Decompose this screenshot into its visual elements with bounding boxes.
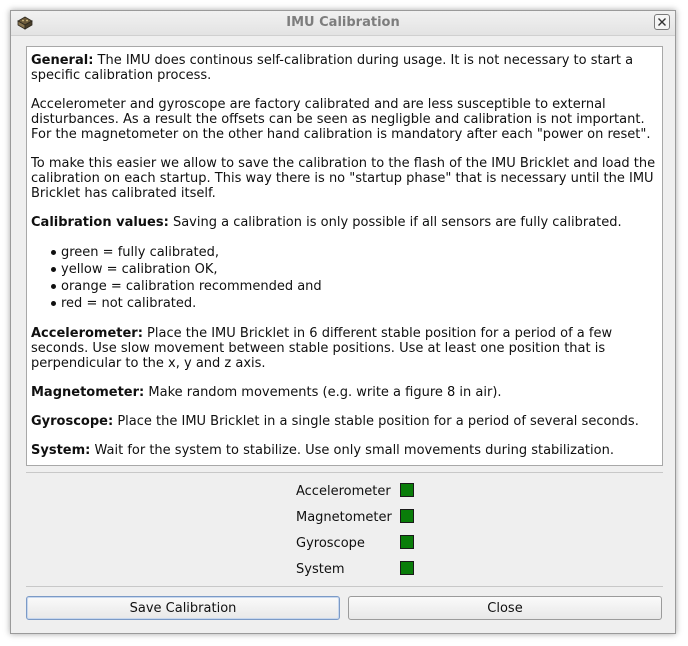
- accelerometer-paragraph: Accelerometer: Place the IMU Bricklet in…: [31, 326, 658, 371]
- gyroscope-status-indicator: [400, 535, 414, 549]
- color-legend-list: green = fully calibrated, yellow = calib…: [31, 244, 658, 312]
- magnetometer-status-indicator: [400, 509, 414, 523]
- system-label: System:: [31, 443, 91, 458]
- title-bar[interactable]: IMU Calibration: [11, 11, 675, 36]
- close-icon: [658, 18, 666, 26]
- accelerometer-status-indicator: [400, 483, 414, 497]
- window-title: IMU Calibration: [286, 15, 400, 30]
- gyroscope-paragraph: Gyroscope: Place the IMU Bricklet in a s…: [31, 414, 658, 429]
- status-row-system: System: [296, 561, 426, 579]
- status-label: Magnetometer: [296, 510, 392, 525]
- calibration-values-label: Calibration values:: [31, 215, 169, 230]
- system-paragraph: System: Wait for the system to stabilize…: [31, 443, 658, 458]
- status-row-gyroscope: Gyroscope: [296, 535, 426, 553]
- legend-item: yellow = calibration OK,: [51, 261, 658, 278]
- accelerometer-label: Accelerometer:: [31, 326, 143, 341]
- save-calibration-button[interactable]: Save Calibration: [26, 596, 340, 620]
- gyroscope-text: Place the IMU Bricklet in a single stabl…: [113, 414, 639, 429]
- flash-paragraph: To make this easier we allow to save the…: [31, 156, 656, 201]
- accel-gyro-paragraph: Accelerometer and gyroscope are factory …: [31, 97, 651, 142]
- general-label: General:: [31, 53, 94, 68]
- general-paragraph: General: The IMU does continous self-cal…: [31, 53, 658, 83]
- gyroscope-label: Gyroscope:: [31, 414, 114, 429]
- legend-item: green = fully calibrated,: [51, 244, 658, 261]
- system-status-indicator: [400, 561, 414, 575]
- status-row-magnetometer: Magnetometer: [296, 509, 426, 527]
- magnetometer-paragraph: Magnetometer: Make random movements (e.g…: [31, 385, 658, 400]
- status-label: System: [296, 562, 345, 577]
- legend-item: red = not calibrated.: [51, 295, 658, 312]
- general-text: The IMU does continous self-calibration …: [31, 53, 634, 83]
- imu-calibration-dialog: IMU Calibration General: The IMU does co…: [10, 10, 676, 634]
- divider: [26, 472, 663, 473]
- status-label: Accelerometer: [296, 484, 391, 499]
- calibration-values-paragraph: Calibration values: Saving a calibration…: [31, 215, 658, 230]
- calibration-info-text[interactable]: General: The IMU does continous self-cal…: [26, 46, 663, 466]
- close-button[interactable]: Close: [348, 596, 662, 620]
- calibration-values-text: Saving a calibration is only possible if…: [168, 215, 622, 230]
- divider: [26, 586, 663, 587]
- status-row-accelerometer: Accelerometer: [296, 483, 426, 501]
- close-window-button[interactable]: [654, 14, 670, 30]
- status-label: Gyroscope: [296, 536, 365, 551]
- magnetometer-label: Magnetometer:: [31, 385, 145, 400]
- magnetometer-text: Make random movements (e.g. write a figu…: [144, 385, 502, 400]
- legend-item: orange = calibration recommended and: [51, 278, 658, 295]
- system-text: Wait for the system to stabilize. Use on…: [90, 443, 614, 458]
